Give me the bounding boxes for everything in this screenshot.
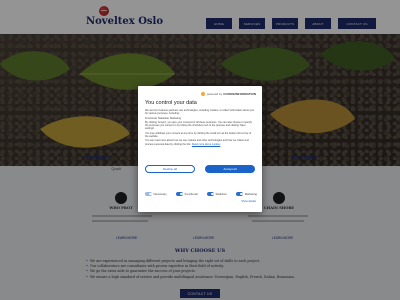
cookie-icon bbox=[201, 92, 206, 96]
toggle-necessary: Necessary bbox=[145, 192, 167, 196]
decline-all-button[interactable]: Decline all bbox=[145, 165, 195, 173]
toggle-label: Statistics bbox=[215, 192, 227, 196]
toggle-marketing[interactable]: Marketing bbox=[236, 192, 257, 196]
body-paragraph: You may withdraw your consent at any tim… bbox=[145, 131, 252, 139]
accept-all-button[interactable]: Accept all bbox=[205, 165, 255, 173]
consent-toggles: Necessary Functional Statistics Marketin… bbox=[145, 192, 257, 196]
dialog-title: You control your data bbox=[145, 100, 197, 106]
toggle-switch[interactable] bbox=[176, 192, 184, 196]
toggle-label: Necessary bbox=[153, 192, 167, 196]
brand-prefix: powered by bbox=[206, 92, 223, 96]
cookieinformation-logo: powered by COOKIEINFORMATION bbox=[201, 92, 256, 96]
brand-name: COOKIEINFORMATION bbox=[223, 92, 256, 96]
toggle-label: Marketing bbox=[244, 192, 257, 196]
toggle-functional[interactable]: Functional bbox=[176, 192, 198, 196]
body-paragraph: Functional, Statistical, Marketing bbox=[145, 116, 181, 120]
toggle-statistics[interactable]: Statistics bbox=[207, 192, 227, 196]
show-details-link[interactable]: Show details bbox=[241, 200, 256, 203]
toggle-switch bbox=[145, 192, 152, 196]
read-more-link[interactable]: Read more about cookies bbox=[192, 143, 221, 146]
toggle-switch[interactable] bbox=[207, 192, 215, 196]
dialog-body: We and our business partners use technol… bbox=[145, 109, 255, 147]
toggle-switch[interactable] bbox=[236, 192, 244, 196]
body-paragraph: By clicking 'Accept', you give your cons… bbox=[145, 120, 252, 131]
body-paragraph: We and our business partners use technol… bbox=[145, 109, 255, 116]
toggle-label: Functional bbox=[184, 192, 198, 196]
body-paragraph: You can read more about how we use cooki… bbox=[145, 139, 255, 146]
cookie-consent-dialog: powered by COOKIEINFORMATION You control… bbox=[138, 86, 262, 212]
